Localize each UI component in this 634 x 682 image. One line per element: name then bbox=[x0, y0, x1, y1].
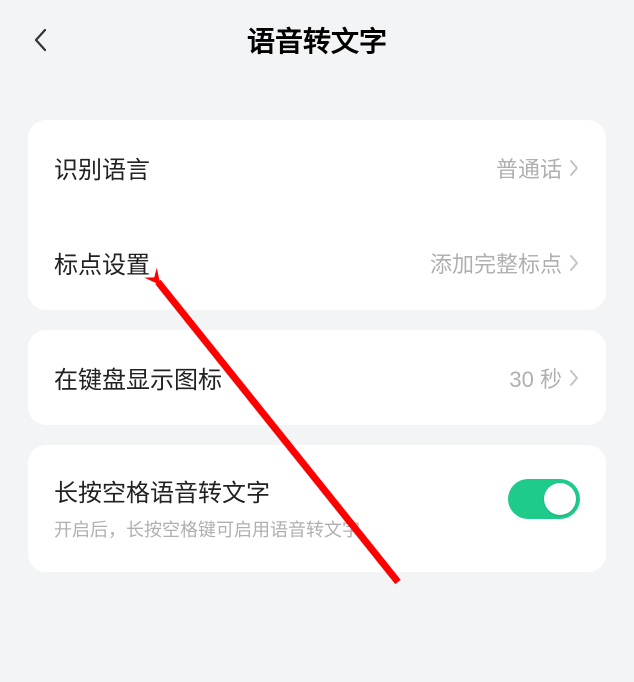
row-value: 30 秒 bbox=[509, 362, 562, 394]
toggle-switch[interactable] bbox=[508, 479, 580, 519]
chevron-right-icon bbox=[568, 158, 580, 178]
chevron-right-icon bbox=[568, 253, 580, 273]
header: 语音转文字 bbox=[0, 0, 634, 80]
switch-knob bbox=[544, 483, 576, 515]
back-button[interactable] bbox=[24, 24, 56, 56]
chevron-right-icon bbox=[568, 368, 580, 388]
toggle-subtitle: 开启后，长按空格键可启用语音转文字 bbox=[54, 516, 508, 542]
settings-group-2: 在键盘显示图标 30 秒 bbox=[28, 330, 606, 425]
row-value: 添加完整标点 bbox=[430, 247, 562, 279]
toggle-texts: 长按空格语音转文字 开启后，长按空格键可启用语音转文字 bbox=[54, 473, 508, 542]
row-value: 普通话 bbox=[496, 152, 562, 184]
row-longpress-space-voice: 长按空格语音转文字 开启后，长按空格键可启用语音转文字 bbox=[28, 445, 606, 572]
chevron-left-icon bbox=[33, 28, 47, 52]
row-label: 识别语言 bbox=[54, 150, 496, 185]
toggle-title: 长按空格语音转文字 bbox=[54, 473, 508, 508]
row-punctuation-settings[interactable]: 标点设置 添加完整标点 bbox=[28, 215, 606, 310]
row-keyboard-icon-display[interactable]: 在键盘显示图标 30 秒 bbox=[28, 330, 606, 425]
row-label: 在键盘显示图标 bbox=[54, 360, 509, 395]
page-title: 语音转文字 bbox=[24, 20, 610, 60]
settings-group-1: 识别语言 普通话 标点设置 添加完整标点 bbox=[28, 120, 606, 310]
row-recognition-language[interactable]: 识别语言 普通话 bbox=[28, 120, 606, 215]
settings-group-3: 长按空格语音转文字 开启后，长按空格键可启用语音转文字 bbox=[28, 445, 606, 572]
row-label: 标点设置 bbox=[54, 245, 430, 280]
